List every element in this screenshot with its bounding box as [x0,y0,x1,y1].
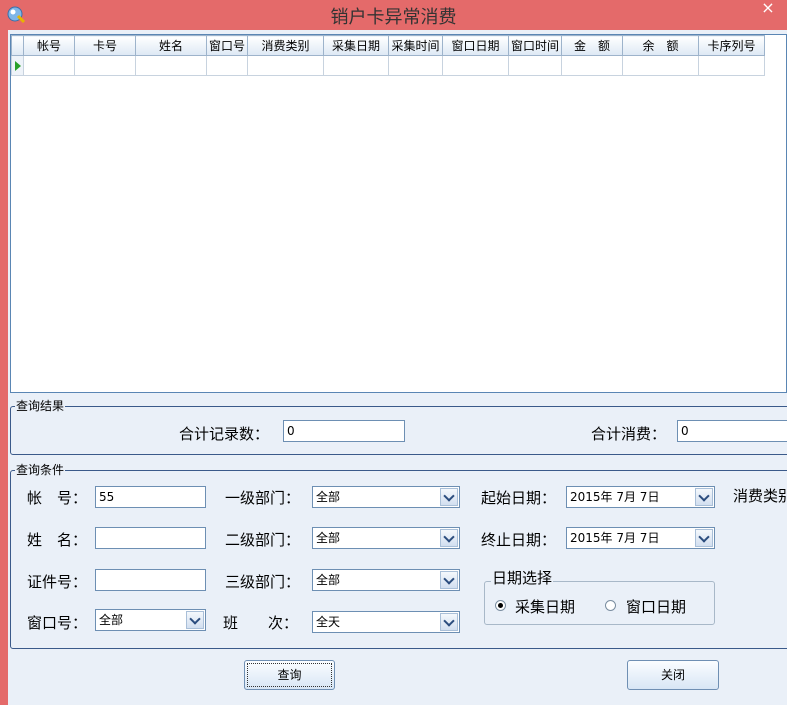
id-number-label: 证件号： [27,573,88,591]
chevron-down-icon [698,489,710,502]
table-cell[interactable] [388,55,443,76]
consumption-category-label: 消费类别 [733,487,787,505]
window-number-value: 全部 [99,613,124,627]
table-cell[interactable] [74,55,136,76]
dept1-dropdown-button[interactable] [440,488,458,506]
table-cell[interactable] [561,55,623,76]
total-consumption-field[interactable]: 0 [677,420,787,442]
total-records-label: 合计记录数： [179,425,270,443]
column-header[interactable]: 消费类别 [247,35,324,56]
window-date-radio[interactable] [605,600,616,611]
column-header[interactable]: 金 额 [561,35,623,56]
dept3-value: 全部 [316,573,341,587]
dept3-select[interactable]: 全部 [312,569,460,591]
window-date-radio-label[interactable]: 窗口日期 [626,596,686,617]
close-button[interactable]: 关闭 [627,660,719,690]
chevron-down-icon [443,530,455,543]
dept3-label: 三级部门： [225,573,301,591]
results-table: 帐号 卡号 姓名 窗口号 消费类别 采集日期 采集时间 窗口日期 窗口时间 金 … [11,35,765,76]
end-date-picker[interactable]: 2015年 7月 7日 [566,527,715,549]
chevron-down-icon [443,614,455,627]
column-header[interactable]: 卡序列号 [698,35,765,56]
results-grid[interactable]: 帐号 卡号 姓名 窗口号 消费类别 采集日期 采集时间 窗口日期 窗口时间 金 … [10,34,787,393]
dept1-select[interactable]: 全部 [312,486,460,508]
dept2-value: 全部 [316,531,341,545]
query-button[interactable]: 查询 [244,660,335,690]
chevron-down-icon [189,612,201,625]
collect-date-radio-label[interactable]: 采集日期 [515,596,575,617]
row-indicator [11,55,24,76]
column-header[interactable]: 采集日期 [323,35,389,56]
dept2-label: 二级部门： [225,531,301,549]
end-date-label: 终止日期： [481,531,557,549]
dept2-select[interactable]: 全部 [312,527,460,549]
table-cell[interactable] [622,55,699,76]
current-row-arrow-icon [14,61,21,71]
start-date-label: 起始日期： [481,489,557,507]
client-area: 帐号 卡号 姓名 窗口号 消费类别 采集日期 采集时间 窗口日期 窗口时间 金 … [8,30,787,705]
row-header-corner [11,35,24,56]
column-header[interactable]: 窗口时间 [508,35,562,56]
start-date-picker[interactable]: 2015年 7月 7日 [566,486,715,508]
shift-label: 班 次： [223,614,299,632]
window-number-select[interactable]: 全部 [95,609,206,631]
column-header[interactable]: 卡号 [74,35,136,56]
start-date-dropdown-button[interactable] [695,488,713,506]
table-cell[interactable] [323,55,389,76]
name-label: 姓 名： [27,531,88,549]
table-cell[interactable] [135,55,207,76]
collect-date-radio[interactable] [495,600,506,611]
window-title: 销户卡异常消费 [330,7,457,28]
date-choice-group: 日期选择 采集日期 窗口日期 [484,571,715,625]
name-input[interactable] [95,527,206,549]
table-row[interactable] [11,55,765,76]
column-header[interactable]: 窗口日期 [442,35,509,56]
table-header-row: 帐号 卡号 姓名 窗口号 消费类别 采集日期 采集时间 窗口日期 窗口时间 金 … [11,35,765,56]
results-group-label: 查询结果 [15,399,66,413]
table-cell[interactable] [508,55,562,76]
end-date-value: 2015年 7月 7日 [570,531,660,545]
results-group: 查询结果 合计记录数： 0 合计消费： 0 [10,399,787,455]
account-input[interactable]: 55 [95,486,206,508]
window-number-label: 窗口号： [27,614,88,632]
title-bar: 销户卡异常消费 × [0,0,787,30]
table-cell[interactable] [206,55,248,76]
shift-select[interactable]: 全天 [312,611,460,633]
end-date-dropdown-button[interactable] [695,529,713,547]
dept3-dropdown-button[interactable] [440,571,458,589]
shift-dropdown-button[interactable] [440,613,458,631]
table-cell[interactable] [442,55,509,76]
total-consumption-label: 合计消费： [591,425,667,443]
column-header[interactable]: 帐号 [23,35,75,56]
table-cell[interactable] [698,55,765,76]
conditions-group: 查询条件 帐 号： 55 姓 名： 证件号： 窗口号： 全部 一级部门： 全部 … [10,463,787,649]
id-number-input[interactable] [95,569,206,591]
column-header[interactable]: 窗口号 [206,35,248,56]
close-window-button[interactable]: × [749,0,787,20]
shift-value: 全天 [316,615,341,629]
dept2-dropdown-button[interactable] [440,529,458,547]
column-header[interactable]: 余 额 [622,35,699,56]
account-label: 帐 号： [27,489,88,507]
chevron-down-icon [698,530,710,543]
app-window: 销户卡异常消费 × 帐号 卡号 姓名 窗口号 消费类别 采集日期 采集时间 窗口… [0,0,787,705]
dept1-label: 一级部门： [225,489,301,507]
start-date-value: 2015年 7月 7日 [570,490,660,504]
date-choice-group-label: 日期选择 [491,569,554,587]
dept1-value: 全部 [316,490,341,504]
chevron-down-icon [443,572,455,585]
window-number-dropdown-button[interactable] [186,611,204,629]
chevron-down-icon [443,489,455,502]
table-cell[interactable] [247,55,324,76]
table-cell[interactable] [23,55,75,76]
total-records-field[interactable]: 0 [283,420,405,442]
column-header[interactable]: 姓名 [135,35,207,56]
conditions-group-label: 查询条件 [15,463,66,477]
column-header[interactable]: 采集时间 [388,35,443,56]
close-icon: × [761,0,775,17]
